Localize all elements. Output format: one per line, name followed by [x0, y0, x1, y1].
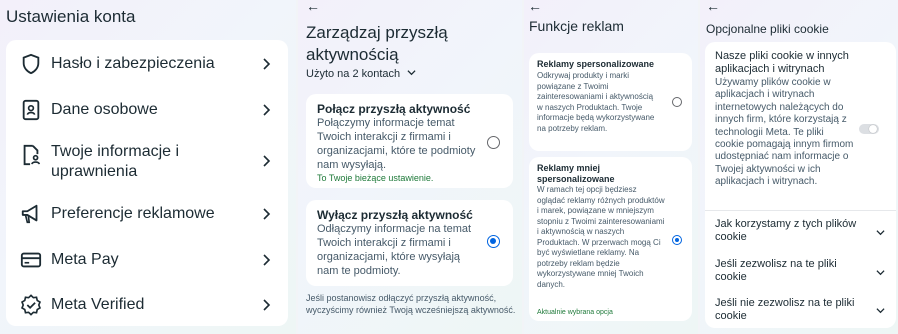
- ad-features-panel: ← Funkcje reklam Reklamy spersonalizowan…: [524, 0, 698, 334]
- chevron-down-icon: [407, 70, 416, 76]
- option-less-personalized-ads[interactable]: Reklamy mniej spersonalizowane W ramach …: [529, 157, 692, 321]
- chevron-down-icon: [876, 270, 885, 276]
- chevron-right-icon: [263, 58, 271, 70]
- cookie-setting-description: Używamy plików cookie w aplikacjach i wi…: [715, 77, 854, 188]
- settings-item-personal-data[interactable]: Dane osobowe: [6, 88, 288, 132]
- footer-note: Jeśli postanowisz odłączyć przyszłą akty…: [306, 293, 516, 315]
- option-personalized-ads[interactable]: Reklamy spersonalizowane Odkrywaj produk…: [529, 53, 692, 151]
- settings-item-password-security[interactable]: Hasło i zabezpieczenia: [6, 42, 288, 86]
- section-how-we-use-cookies[interactable]: Jak korzystamy z tych plików cookie: [705, 212, 896, 250]
- radio-disconnect[interactable]: [487, 235, 500, 248]
- accounts-selector[interactable]: Użyto na 2 kontach: [306, 68, 416, 80]
- option-disconnect-future-activity[interactable]: Wyłącz przyszłą aktywność Odłączymy info…: [306, 200, 513, 286]
- settings-list: Hasło i zabezpieczenia Dane osobowe Twoj…: [6, 40, 288, 326]
- account-settings-panel: Ustawienia konta Hasło i zabezpieczenia …: [0, 0, 296, 334]
- settings-item-label: Meta Verified: [51, 296, 145, 313]
- radio-personalized[interactable]: [672, 97, 682, 107]
- chevron-right-icon: [263, 155, 271, 167]
- current-option-note: Aktualnie wybrana opcja: [537, 309, 613, 316]
- cookies-toggle[interactable]: [859, 124, 879, 134]
- future-activity-panel: ← Zarządzaj przyszłą aktywnością Użyto n…: [298, 0, 522, 334]
- settings-item-label: Dane osobowe: [51, 101, 158, 118]
- settings-item-label: Hasło i zabezpieczenia: [51, 55, 215, 72]
- option-title: Wyłącz przyszłą aktywność: [317, 208, 473, 222]
- chevron-right-icon: [263, 208, 271, 220]
- option-title: Połącz przyszłą aktywność: [317, 102, 471, 116]
- optional-cookies-panel: ← Opcjonalne pliki cookie Nasze pliki co…: [700, 0, 898, 334]
- page-title: Opcjonalne pliki cookie: [706, 22, 829, 36]
- settings-item-your-information[interactable]: Twoje informacje i uprawnienia: [6, 136, 288, 188]
- section-label: Jeśli nie zezwolisz na te pliki cookie: [715, 297, 855, 322]
- settings-item-meta-pay[interactable]: Meta Pay: [6, 238, 288, 282]
- megaphone-icon: [21, 204, 38, 224]
- chevron-down-icon: [876, 308, 885, 314]
- option-connect-future-activity[interactable]: Połącz przyszłą aktywność Połączymy info…: [306, 94, 513, 188]
- chevron-right-icon: [263, 299, 271, 311]
- option-title: Reklamy spersonalizowane: [537, 59, 655, 69]
- back-arrow-icon[interactable]: ←: [306, 0, 320, 13]
- option-description: W ramach tej opcji będziesz oglądać rekl…: [537, 185, 665, 289]
- current-setting-note: To Twoje bieżące ustawienie.: [317, 173, 434, 183]
- card-icon: [20, 252, 42, 268]
- option-description: Odłączymy informacje na temat Twoich int…: [317, 223, 472, 277]
- section-label: Jeśli zezwolisz na te pliki cookie: [715, 258, 837, 283]
- section-if-not-allow[interactable]: Jeśli nie zezwolisz na te pliki cookie: [705, 292, 896, 328]
- accounts-selector-label: Użyto na 2 kontach: [306, 68, 401, 80]
- settings-item-label: Meta Pay: [51, 251, 119, 268]
- page-title: Funkcje reklam: [529, 18, 624, 34]
- back-arrow-icon[interactable]: ←: [528, 0, 542, 13]
- back-arrow-icon[interactable]: ←: [706, 0, 720, 13]
- chevron-right-icon: [263, 254, 271, 266]
- section-label: Jak korzystamy z tych plików cookie: [715, 218, 857, 243]
- settings-item-label: Twoje informacje i uprawnienia: [51, 143, 180, 180]
- option-title: Reklamy mniej spersonalizowane: [537, 163, 615, 184]
- document-user-icon: [23, 144, 41, 166]
- settings-item-ad-preferences[interactable]: Preferencje reklamowe: [6, 192, 288, 236]
- id-card-icon: [22, 99, 40, 121]
- verified-badge-icon: [20, 294, 42, 316]
- radio-less-personalized[interactable]: [672, 235, 682, 245]
- settings-item-label: Preferencje reklamowe: [51, 205, 215, 222]
- option-description: Odkrywaj produkty i marki powiązane z Tw…: [537, 71, 655, 133]
- section-if-allow[interactable]: Jeśli zezwolisz na te pliki cookie: [705, 252, 896, 290]
- radio-connect[interactable]: [487, 136, 500, 149]
- divider: [705, 210, 896, 211]
- cookie-setting-title: Nasze pliki cookie w innych aplikacjach …: [715, 50, 849, 75]
- chevron-right-icon: [263, 104, 271, 116]
- option-description: Połączymy informacje temat Twoich intera…: [317, 117, 476, 171]
- chevron-down-icon: [876, 230, 885, 236]
- shield-icon: [22, 53, 40, 75]
- settings-item-meta-verified[interactable]: Meta Verified: [6, 284, 288, 326]
- cookies-card: Nasze pliki cookie w innych aplikacjach …: [705, 42, 896, 328]
- page-title: Zarządzaj przyszłą aktywnością: [306, 23, 448, 64]
- page-title: Ustawienia konta: [6, 7, 136, 26]
